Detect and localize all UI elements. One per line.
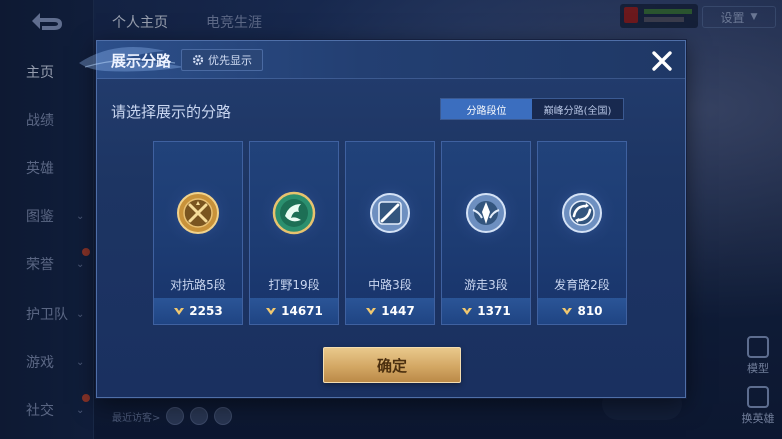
farm-lane-emblem-icon [562,193,602,233]
rank-score-icon [174,308,185,315]
close-icon [652,51,672,71]
priority-display-label: 优先显示 [208,54,252,67]
jungle-emblem-icon [272,191,316,235]
rank-score-icon [266,308,277,315]
rank-score-icon [462,308,473,315]
lane-score-value: 2253 [189,304,223,318]
lane-rank: 游走3段 [464,278,508,292]
lane-score: 810 [538,298,626,324]
mid-lane-emblem-icon [370,193,410,233]
dialog-subtitle: 请选择展示的分路 [111,103,232,121]
lane-rank: 中路3段 [368,278,412,292]
toggle-lane-rank[interactable]: 分路段位 [441,99,532,119]
lane-card-mid[interactable]: 中路3段 1447 [345,141,435,325]
rank-score-icon [562,308,573,315]
lane-rank: 对抗路5段 [170,278,226,292]
lane-card-jungle[interactable]: 打野19段 14671 [249,141,339,325]
confirm-button[interactable]: 确定 [323,347,461,383]
lane-score-value: 810 [577,304,603,318]
roam-emblem-icon [466,193,506,233]
lane-rank: 发育路2段 [554,278,610,292]
lane-score-value: 14671 [281,304,323,318]
dialog-title: 展示分路 [111,52,172,70]
lane-score: 14671 [250,298,338,324]
rank-score-icon [366,308,377,315]
gear-icon [192,54,204,66]
toggle-peak-lane-national[interactable]: 巅峰分路(全国) [532,99,623,119]
lane-score: 2253 [154,298,242,324]
lane-card-clash[interactable]: 对抗路5段 2253 [153,141,243,325]
lane-score: 1371 [442,298,530,324]
clash-lane-emblem-icon [177,192,219,234]
close-button[interactable] [647,46,677,76]
priority-display-button[interactable]: 优先显示 [181,49,263,71]
lane-display-dialog: 展示分路 优先显示 请选择展示的分路 分路段位 巅峰分路(全国) 对抗路5段 2… [79,40,686,398]
lane-score-value: 1447 [381,304,415,318]
lane-score: 1447 [346,298,434,324]
dialog-header: 展示分路 优先显示 [79,41,685,79]
lane-cards: 对抗路5段 2253 打野19段 14671 中路3段 1447 游走3段 13… [153,141,629,325]
lane-card-roam[interactable]: 游走3段 1371 [441,141,531,325]
lane-rank: 打野19段 [268,278,320,292]
lane-card-farm[interactable]: 发育路2段 810 [537,141,627,325]
lane-type-toggle: 分路段位 巅峰分路(全国) [440,98,624,120]
lane-score-value: 1371 [477,304,511,318]
